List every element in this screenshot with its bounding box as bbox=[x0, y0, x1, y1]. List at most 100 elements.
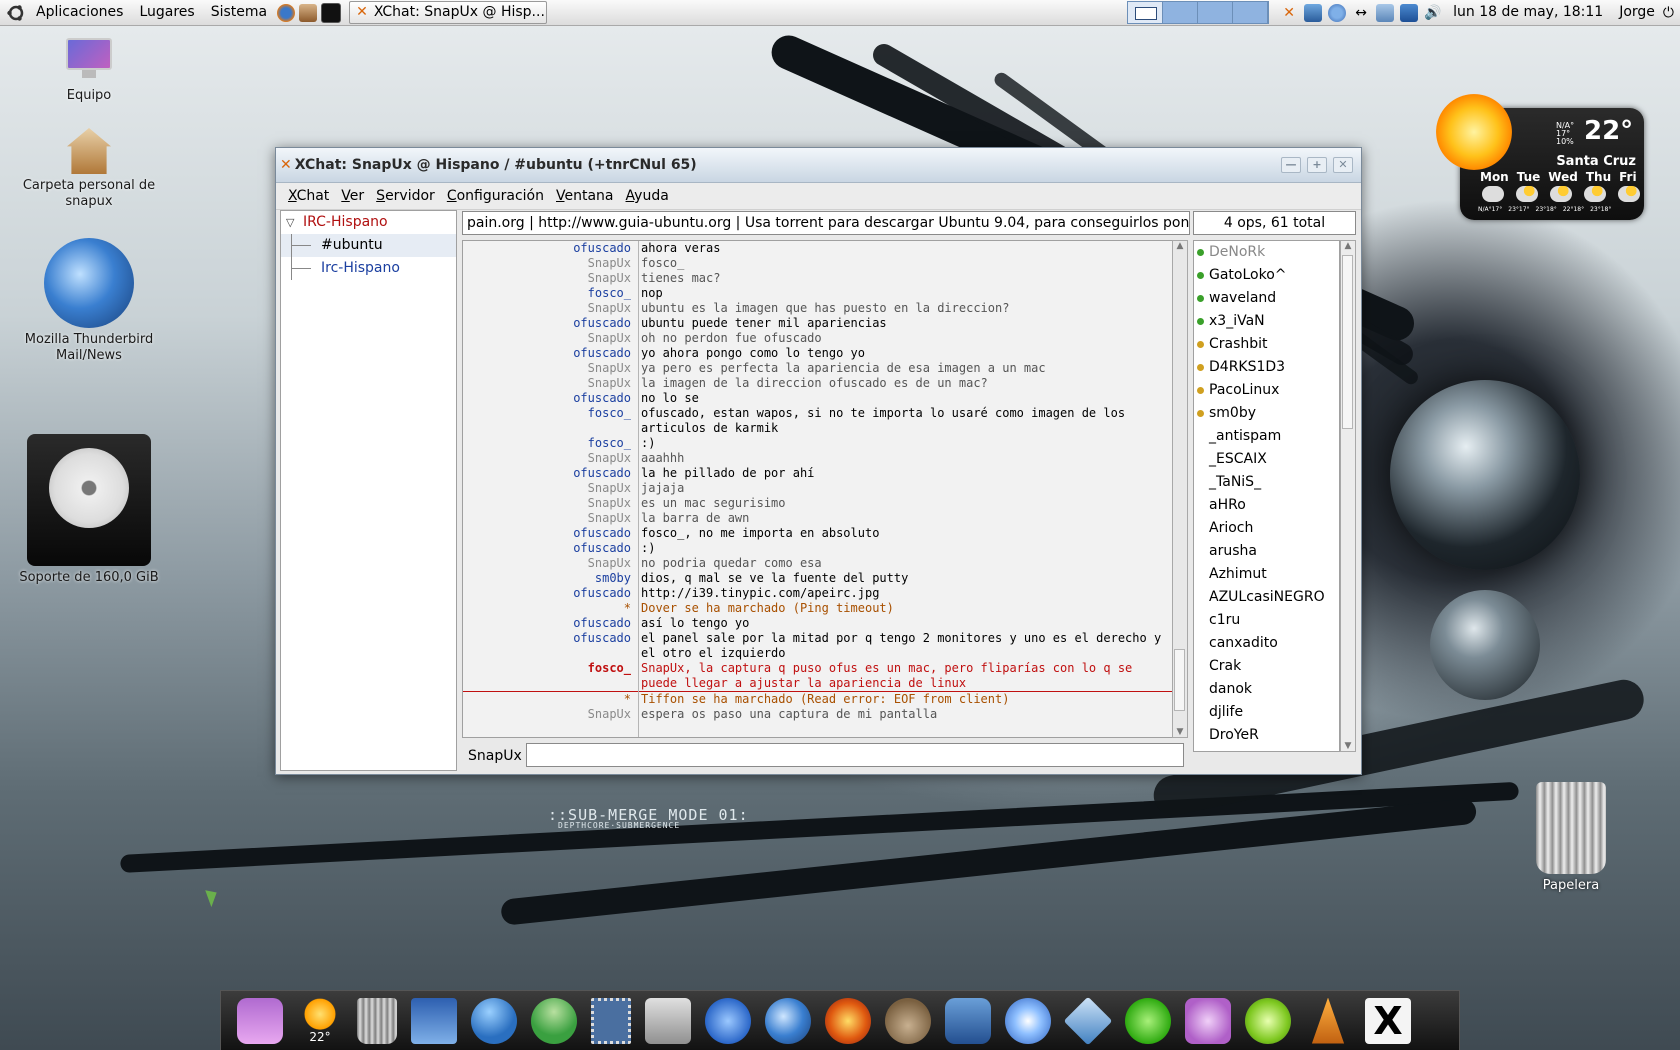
user-list-item[interactable]: D4RKS1D3 bbox=[1194, 356, 1339, 379]
ubuntu-logo-icon[interactable] bbox=[6, 3, 26, 23]
desktop-icon-drive[interactable]: Soporte de 160,0 GiB bbox=[14, 434, 164, 586]
menu-window[interactable]: Ventana bbox=[550, 188, 620, 204]
virtualbox-icon[interactable] bbox=[1063, 996, 1113, 1045]
chat-nick[interactable]: sm0by bbox=[463, 571, 641, 586]
desktop-dock-icon[interactable] bbox=[411, 997, 457, 1044]
thunderbird-dock-icon[interactable] bbox=[765, 997, 811, 1044]
user-list-item[interactable]: djlife bbox=[1194, 701, 1339, 724]
chat-scrollbar[interactable]: ▲ ▼ bbox=[1172, 240, 1188, 738]
message-input[interactable] bbox=[526, 743, 1184, 767]
user-list-item[interactable]: DroYeR bbox=[1194, 724, 1339, 747]
volume-icon[interactable]: 🔊 bbox=[1424, 4, 1442, 22]
desktop-icon-trash[interactable]: Papelera bbox=[1496, 782, 1646, 894]
chat-nick[interactable]: fosco_ bbox=[463, 436, 641, 451]
chat-nick[interactable]: SnapUx bbox=[463, 511, 641, 526]
workspace-1[interactable] bbox=[1128, 2, 1164, 23]
chat-nick[interactable]: ofuscado bbox=[463, 391, 641, 406]
nick-separator[interactable] bbox=[638, 241, 639, 737]
user-list-item[interactable]: sm0by bbox=[1194, 402, 1339, 425]
x11-icon[interactable]: X bbox=[1365, 997, 1411, 1044]
close-button[interactable]: ✕ bbox=[1333, 157, 1353, 173]
chat-nick[interactable]: * bbox=[463, 601, 641, 616]
user-list-item[interactable]: Crak bbox=[1194, 655, 1339, 678]
window-titlebar[interactable]: ✕ XChat: SnapUx @ Hispano / #ubuntu (+tn… bbox=[276, 148, 1361, 183]
vlc-icon[interactable] bbox=[1311, 997, 1345, 1044]
chat-nick[interactable]: SnapUx bbox=[463, 331, 641, 346]
tree-server-item[interactable]: ▽ IRC-Hispano bbox=[281, 211, 456, 234]
user-list-item[interactable]: Crashbit bbox=[1194, 333, 1339, 356]
chat-nick[interactable]: SnapUx bbox=[463, 707, 641, 722]
workspace-switcher[interactable] bbox=[1127, 1, 1270, 24]
workspace-3[interactable] bbox=[1198, 2, 1234, 23]
chat-nick[interactable]: fosco_ bbox=[463, 406, 641, 436]
tree-server-item[interactable]: Irc-Hispano bbox=[281, 257, 456, 280]
messenger-icon[interactable] bbox=[471, 997, 517, 1044]
user-list-item[interactable]: waveland bbox=[1194, 287, 1339, 310]
chat-nick[interactable]: SnapUx bbox=[463, 361, 641, 376]
scroll-up-arrow-icon[interactable]: ▲ bbox=[1173, 241, 1187, 251]
user-list-item[interactable]: arusha bbox=[1194, 540, 1339, 563]
scroll-thumb[interactable] bbox=[1342, 255, 1353, 429]
chat-nick[interactable]: ofuscado bbox=[463, 316, 641, 331]
chat-nick[interactable]: SnapUx bbox=[463, 271, 641, 286]
user-list-item[interactable]: _TaNiS_ bbox=[1194, 471, 1339, 494]
user-list-item[interactable]: x3_iVaN bbox=[1194, 310, 1339, 333]
display-settings-icon[interactable] bbox=[237, 997, 283, 1044]
scroll-down-arrow-icon[interactable]: ▼ bbox=[1173, 727, 1187, 737]
gimp-icon[interactable] bbox=[885, 997, 931, 1044]
limewire-icon[interactable] bbox=[1245, 997, 1291, 1044]
desktop-icon-computer[interactable]: Equipo bbox=[14, 38, 164, 104]
contacts-icon[interactable] bbox=[531, 997, 577, 1044]
menu-help[interactable]: Ayuda bbox=[620, 188, 675, 204]
mail-icon[interactable] bbox=[945, 997, 991, 1044]
desktop-icon-thunderbird[interactable]: Mozilla Thunderbird Mail/News bbox=[14, 238, 164, 364]
user-list-item[interactable]: Arioch bbox=[1194, 517, 1339, 540]
chat-nick[interactable]: ofuscado bbox=[463, 586, 641, 601]
skype-icon[interactable] bbox=[1125, 997, 1171, 1044]
weather-widget[interactable]: N/A° 17° 10% 22° Santa Cruz Mon Tue Wed … bbox=[1436, 94, 1644, 220]
menu-applications[interactable]: Aplicaciones bbox=[28, 0, 131, 25]
home-launcher-icon[interactable] bbox=[299, 3, 318, 22]
xchat-tray-icon[interactable]: ✕ bbox=[1280, 4, 1298, 22]
chat-nick[interactable]: SnapUx bbox=[463, 451, 641, 466]
user-list-item[interactable]: AZULcasiNEGRO bbox=[1194, 586, 1339, 609]
user-list-item[interactable]: _antispam bbox=[1194, 425, 1339, 448]
workspace-2[interactable] bbox=[1163, 2, 1199, 23]
chat-nick[interactable]: SnapUx bbox=[463, 496, 641, 511]
menu-server[interactable]: Servidor bbox=[370, 188, 441, 204]
topic-field[interactable]: pain.org | http://www.guia-ubuntu.org | … bbox=[462, 211, 1190, 235]
minimize-button[interactable]: — bbox=[1281, 157, 1301, 173]
network-tray-icon[interactable]: ↔ bbox=[1352, 4, 1370, 22]
chat-nick[interactable]: * bbox=[463, 692, 641, 707]
messenger-tray-icon[interactable] bbox=[1328, 3, 1347, 22]
user-list-item[interactable]: canxadito bbox=[1194, 632, 1339, 655]
user-list-item[interactable]: aHRo bbox=[1194, 494, 1339, 517]
expander-triangle-icon[interactable]: ▽ bbox=[286, 211, 294, 234]
bluetooth-tray-icon[interactable] bbox=[1400, 3, 1419, 22]
stamp-icon[interactable] bbox=[591, 997, 631, 1044]
clock[interactable]: lun 18 de may, 18:11 bbox=[1445, 0, 1611, 25]
chat-nick[interactable]: ofuscado bbox=[463, 616, 641, 631]
menu-settings[interactable]: Configuración bbox=[441, 188, 550, 204]
scroll-up-arrow-icon[interactable]: ▲ bbox=[1341, 241, 1355, 251]
user-list-item[interactable]: _ESCAIX bbox=[1194, 448, 1339, 471]
desktop-icon-home[interactable]: Carpeta personal de snapux bbox=[14, 128, 164, 210]
firefox-launcher-icon[interactable] bbox=[277, 3, 296, 22]
workspace-4[interactable] bbox=[1233, 2, 1269, 23]
maximize-button[interactable]: + bbox=[1307, 157, 1327, 173]
userlist-scrollbar[interactable]: ▲ ▼ bbox=[1340, 240, 1356, 752]
chat-nick[interactable]: SnapUx bbox=[463, 301, 641, 316]
chat-nick[interactable]: ofuscado bbox=[463, 346, 641, 361]
tree-channel-item[interactable]: #ubuntu bbox=[281, 234, 456, 280]
update-tray-icon[interactable] bbox=[1376, 3, 1395, 22]
menu-system[interactable]: Sistema bbox=[203, 0, 275, 25]
taskbar-xchat-button[interactable]: ✕ XChat: SnapUx @ Hisp... bbox=[349, 1, 548, 24]
chat-nick[interactable]: ofuscado bbox=[463, 541, 641, 556]
install-icon[interactable] bbox=[645, 997, 691, 1044]
chat-text-area[interactable]: ofuscado ahora veras SnapUx fosco_ SnapUx tie… bbox=[462, 240, 1173, 738]
chat-nick[interactable]: ofuscado bbox=[463, 526, 641, 541]
user-list-item[interactable]: PacoLinux bbox=[1194, 379, 1339, 402]
menu-xchat[interactable]: XChat bbox=[282, 188, 335, 204]
ichat-icon[interactable] bbox=[705, 997, 751, 1044]
user-menu[interactable]: Jorge bbox=[1611, 0, 1663, 25]
